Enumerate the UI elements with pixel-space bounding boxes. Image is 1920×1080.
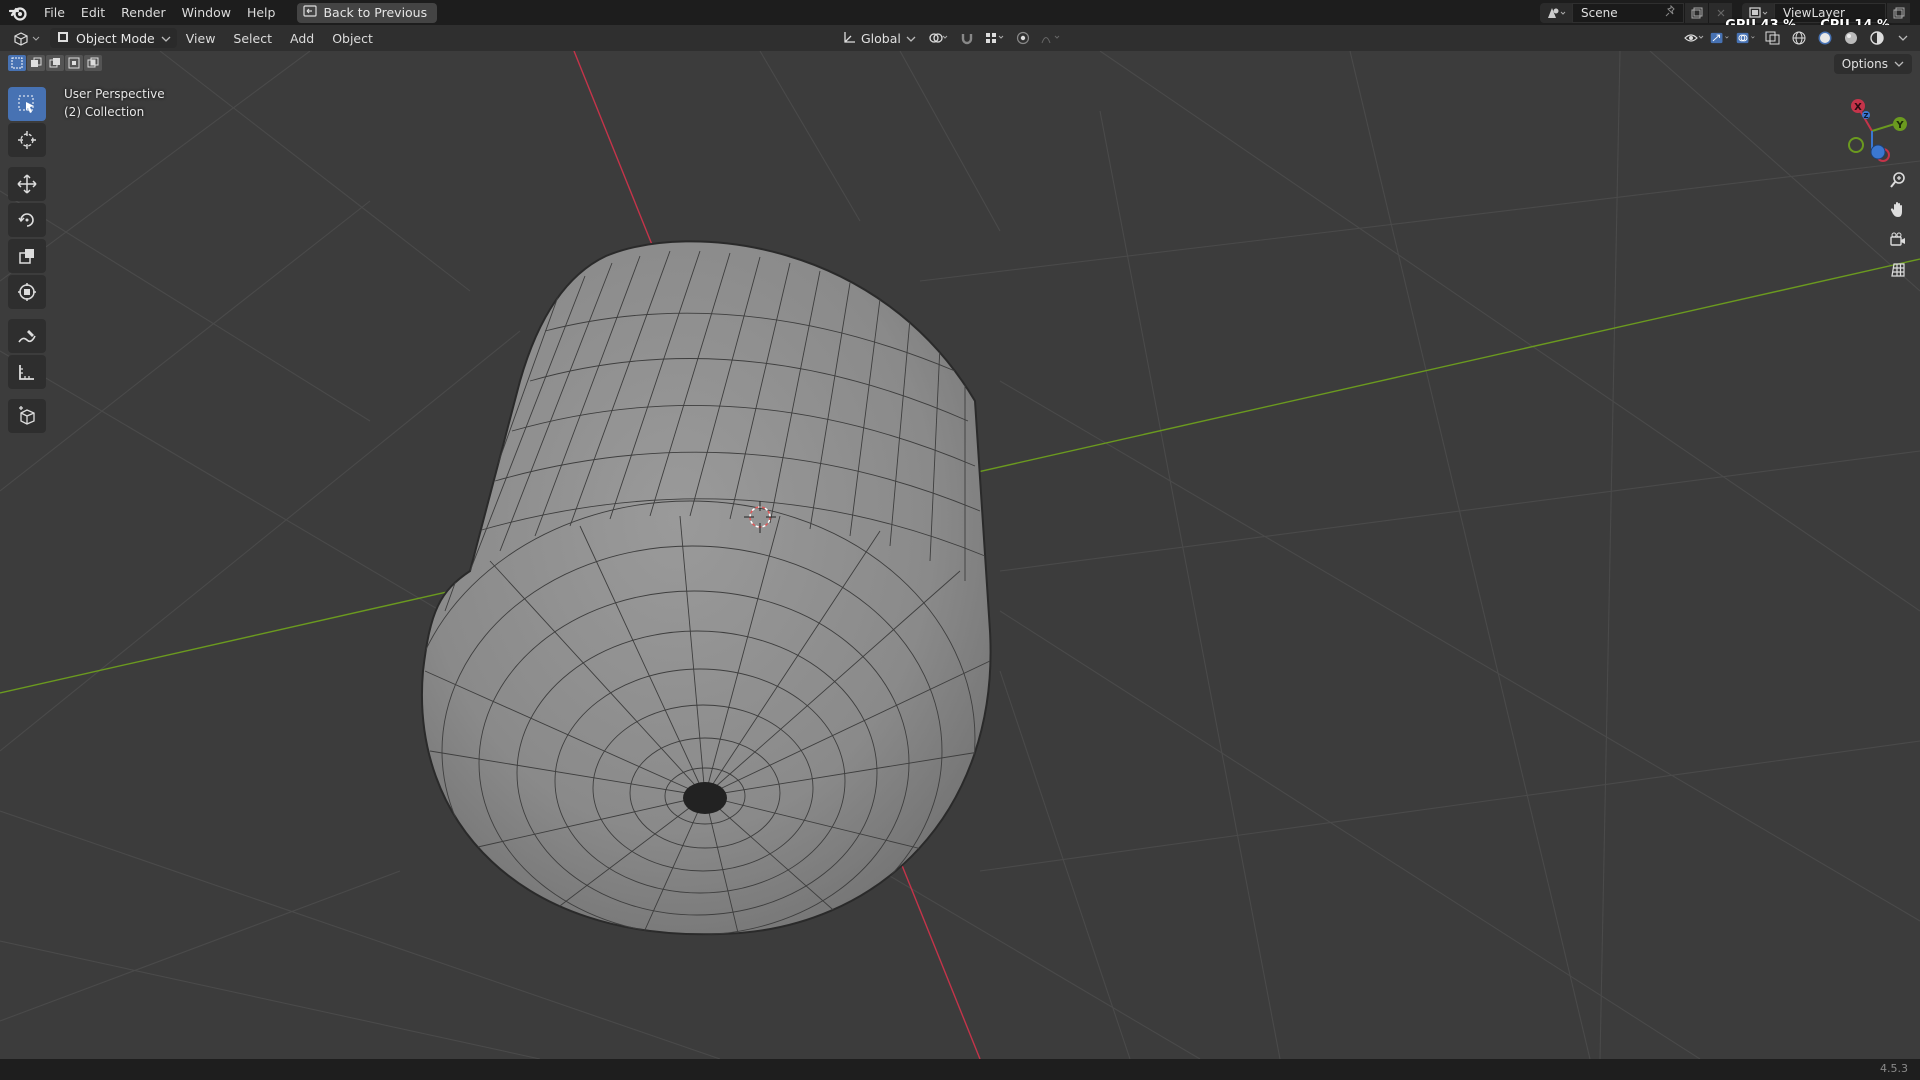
chevron-down-icon [161,31,171,46]
screen-back-icon [303,5,318,20]
chevron-down-icon [1894,57,1904,71]
snap-magnet-icon[interactable] [956,28,978,48]
header-menu-select[interactable]: Select [224,31,281,46]
tool-shelf [8,87,46,433]
3d-viewport-icon [14,32,40,46]
back-to-previous-label: Back to Previous [323,5,428,20]
back-to-previous-button[interactable]: Back to Previous [297,2,438,23]
3d-viewport[interactable]: User Perspective (2) Collection Options … [0,51,1920,1059]
select-box-tool-icon[interactable] [8,87,46,121]
menu-help[interactable]: Help [239,0,284,25]
orientation-axes-icon [842,30,856,47]
scale-tool-icon[interactable] [8,239,46,273]
menu-file[interactable]: File [36,0,73,25]
header-menu-add[interactable]: Add [281,31,323,46]
camera-view-icon[interactable] [1884,227,1912,253]
select-subtract-icon[interactable] [46,55,64,71]
proportional-editing-icon[interactable] [1012,28,1034,48]
object-mode-icon [56,30,70,47]
falloff-curve-icon[interactable] [1040,28,1062,48]
object-mode-label: Object Mode [76,30,155,46]
navigation-gizmo[interactable]: X Y Z [1830,91,1910,171]
menu-render[interactable]: Render [113,0,174,25]
pivot-point-icon[interactable] [928,28,950,48]
viewport-info: User Perspective (2) Collection [64,85,165,121]
gizmo-toggle-icon[interactable] [1710,28,1732,48]
menu-window[interactable]: Window [174,0,239,25]
wireframe-shading-icon[interactable] [1788,28,1810,48]
pin-icon[interactable] [1665,4,1677,20]
measure-tool-icon[interactable] [8,355,46,389]
navigation-buttons [1884,167,1912,283]
rendered-shading-icon[interactable] [1866,28,1888,48]
blender-logo-icon[interactable] [0,0,36,25]
options-label: Options [1841,57,1888,71]
select-new-icon[interactable] [8,55,26,71]
scene-browse-icon[interactable] [1540,2,1572,23]
scene-selector: Scene [1540,2,1732,23]
z-axis-handle[interactable] [1870,144,1886,160]
zoom-icon[interactable] [1884,167,1912,193]
editor-type-selector[interactable] [6,28,48,48]
orientation-label: Global [861,30,901,46]
y-axis-label: Y [1895,120,1904,131]
orthographic-grid-icon[interactable] [1884,257,1912,283]
snap-target-icon[interactable] [984,28,1006,48]
solid-shading-icon[interactable] [1814,28,1836,48]
top-menu-bar: File Edit Render Window Help Back to Pre… [0,0,1920,33]
add-cube-tool-icon[interactable] [8,399,46,433]
header-menu-object[interactable]: Object [323,31,382,46]
status-bar: 4.5.3 [0,1059,1920,1080]
viewport-shading-tools [1684,28,1914,48]
material-shading-icon[interactable] [1840,28,1862,48]
chevron-down-icon [906,31,916,46]
shading-options-chevron-icon[interactable] [1892,28,1914,48]
xray-toggle-icon[interactable] [1762,28,1784,48]
select-invert-icon[interactable] [65,55,83,71]
mesh-pole [683,782,727,814]
viewport-scene[interactable] [0,51,1920,1059]
collection-label: (2) Collection [64,105,145,119]
move-tool-icon[interactable] [8,167,46,201]
options-dropdown[interactable]: Options [1833,54,1912,74]
menu-edit[interactable]: Edit [73,0,113,25]
select-extend-icon[interactable] [27,55,45,71]
version-label: 4.5.3 [1880,1062,1908,1075]
perspective-label: User Perspective [64,87,165,101]
z-axis-label: Z [1863,112,1868,120]
x-axis-label: X [1854,102,1862,113]
overlays-toggle-icon[interactable] [1736,28,1758,48]
visibility-eye-icon[interactable] [1684,28,1706,48]
transform-tool-icon[interactable] [8,275,46,309]
new-scene-icon[interactable] [1684,2,1708,23]
pan-hand-icon[interactable] [1884,197,1912,223]
object-mode-dropdown[interactable]: Object Mode [50,28,177,48]
transform-orientation-dropdown[interactable]: Global [836,28,922,48]
viewport-header: Object Mode View Select Add Object Globa… [0,25,1920,51]
selection-mode-buttons [8,55,102,71]
annotate-tool-icon[interactable] [8,319,46,353]
scene-name: Scene [1581,5,1618,20]
select-intersect-icon[interactable] [84,55,102,71]
header-menu-view[interactable]: View [177,31,225,46]
scene-name-field[interactable]: Scene [1572,2,1684,23]
cursor-tool-icon[interactable] [8,123,46,157]
rotate-tool-icon[interactable] [8,203,46,237]
transform-tools: Global [836,28,1062,48]
negative-y-axis-handle[interactable] [1848,137,1864,153]
